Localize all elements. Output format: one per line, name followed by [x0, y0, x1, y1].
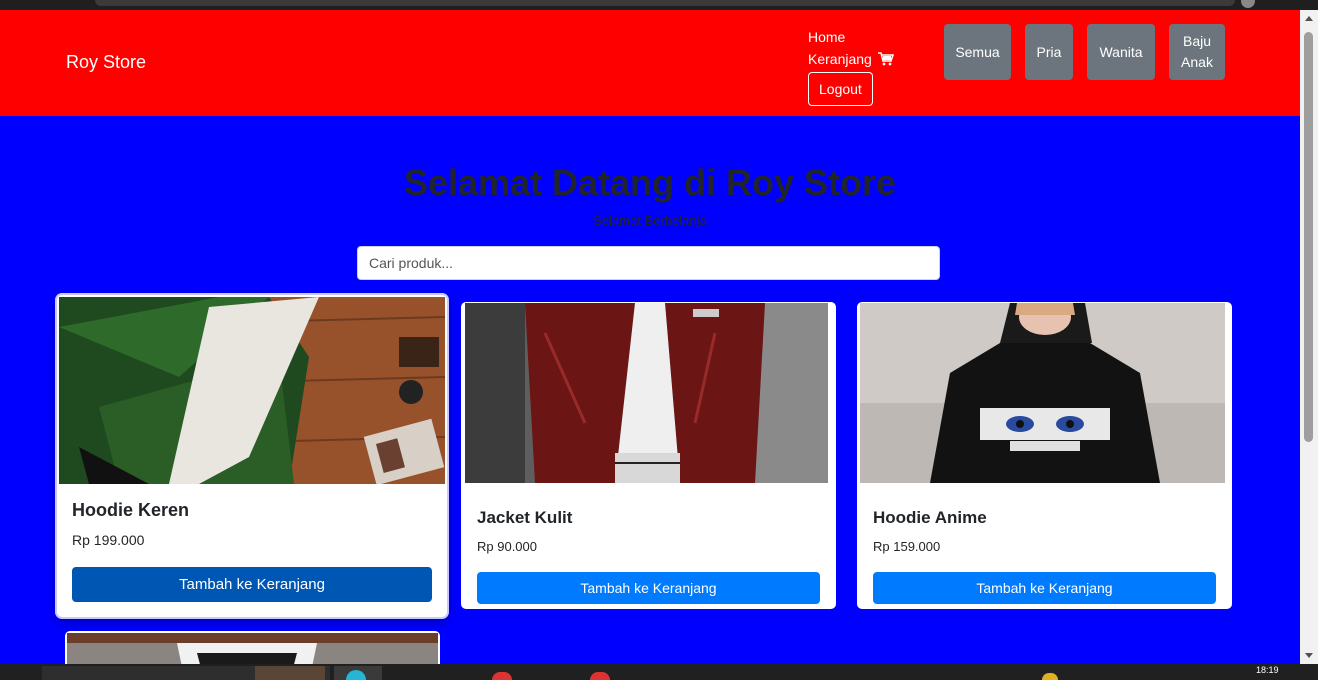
product-image-hoodie-anime[interactable]: [860, 303, 1225, 483]
taskbar-widget-icon[interactable]: [255, 666, 325, 680]
product-card-hoodie-anime[interactable]: Hoodie Anime Rp 159.000 Tambah ke Keranj…: [857, 302, 1232, 609]
nav-home-link[interactable]: Home: [808, 26, 894, 48]
taskbar-tray-icon[interactable]: [1042, 673, 1058, 680]
scroll-down-arrow-icon[interactable]: [1305, 653, 1313, 658]
nav-cart-link[interactable]: Keranjang: [808, 48, 894, 70]
brand-logo[interactable]: Roy Store: [66, 52, 146, 73]
product-price: Rp 159.000: [873, 539, 941, 554]
product-image-partial[interactable]: [67, 633, 438, 664]
product-image-hoodie-keren[interactable]: [59, 297, 445, 484]
add-to-cart-button[interactable]: Tambah ke Keranjang: [72, 567, 432, 602]
product-image-jacket-kulit[interactable]: [465, 303, 828, 483]
browser-chrome-top: [0, 0, 1318, 10]
hero-subtitle: Selamat Berbelanja: [593, 213, 707, 228]
page-scrollbar[interactable]: [1300, 10, 1318, 664]
browser-profile-icon[interactable]: [1241, 0, 1255, 8]
product-price: Rp 90.000: [477, 539, 537, 554]
product-card-jacket-kulit[interactable]: Jacket Kulit Rp 90.000 Tambah ke Keranja…: [461, 302, 836, 609]
category-button-wanita[interactable]: Wanita: [1087, 24, 1155, 80]
product-name: Hoodie Keren: [72, 500, 190, 520]
category-button-baju-anak[interactable]: Baju Anak: [1169, 24, 1225, 80]
cart-icon: [877, 52, 894, 66]
category-button-pria[interactable]: Pria: [1025, 24, 1073, 80]
hero-title: Selamat Datang di Roy Store: [403, 162, 897, 203]
scroll-thumb[interactable]: [1304, 32, 1313, 442]
taskbar-app-icon[interactable]: [590, 672, 610, 680]
page-viewport: Roy Store Home Keranjang Logout Semua Pr…: [0, 10, 1300, 664]
maroon-leather-jacket-photo: [465, 303, 828, 483]
add-to-cart-button[interactable]: Tambah ke Keranjang: [873, 572, 1216, 604]
navbar: Roy Store Home Keranjang Logout Semua Pr…: [0, 10, 1300, 116]
category-button-semua[interactable]: Semua: [944, 24, 1011, 80]
product-name: Jacket Kulit: [477, 508, 573, 527]
product-card-partial[interactable]: [65, 631, 440, 664]
green-bomber-jacket-photo: [59, 297, 445, 484]
product-name: Hoodie Anime: [873, 508, 987, 527]
browser-address-strip: [95, 0, 1235, 6]
product-photo-partial: [67, 633, 438, 664]
add-to-cart-button[interactable]: Tambah ke Keranjang: [477, 572, 820, 604]
nav-cart-label: Keranjang: [808, 51, 872, 67]
taskbar-clock[interactable]: 18:19: [1256, 665, 1279, 675]
black-anime-hoodie-photo: [860, 303, 1225, 483]
taskbar: 18:19: [0, 664, 1318, 680]
search-input[interactable]: [357, 246, 940, 280]
logout-button[interactable]: Logout: [808, 72, 873, 106]
product-card-hoodie-keren[interactable]: Hoodie Keren Rp 199.000 Tambah ke Keranj…: [57, 295, 447, 617]
nav-links: Home Keranjang Logout: [808, 26, 894, 106]
product-price: Rp 199.000: [72, 532, 145, 548]
scroll-up-arrow-icon[interactable]: [1305, 16, 1313, 21]
taskbar-app-icon[interactable]: [492, 672, 512, 680]
